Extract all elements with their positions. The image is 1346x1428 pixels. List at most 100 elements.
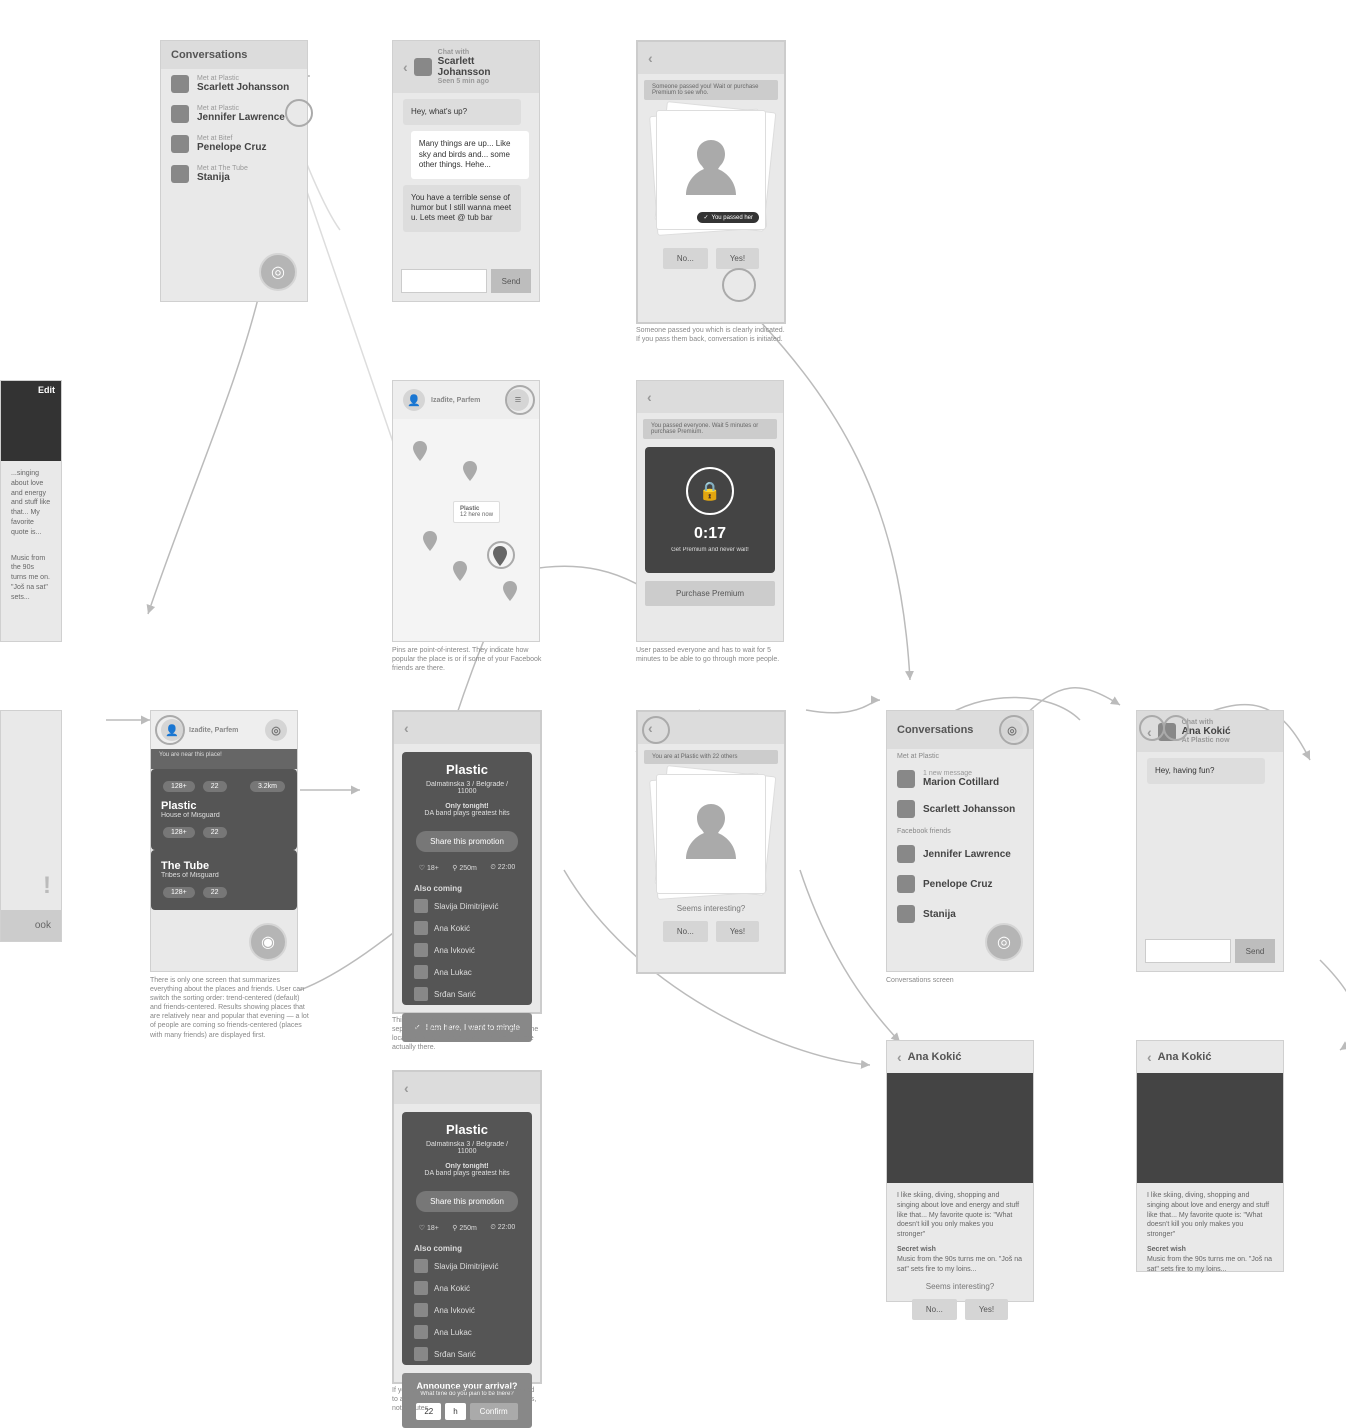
edit-button[interactable]: Edit <box>38 385 55 395</box>
map-fab[interactable]: ◎ <box>985 923 1023 961</box>
list-item[interactable]: Ana Kokić <box>402 917 532 939</box>
user-icon[interactable]: 👤 <box>403 389 425 411</box>
map-pin[interactable] <box>453 561 467 581</box>
list-item[interactable]: Ana Ivković <box>402 1299 532 1321</box>
avatar <box>171 105 189 123</box>
chat-screen-2: ‹Chat withAna KokićAt Plastic now Hey, h… <box>1136 710 1284 972</box>
passed-chip: ✓ You passed her <box>697 212 759 223</box>
map-fab[interactable]: ◎ <box>259 253 297 291</box>
venue-detail-card: Plastic Dalmatinska 3 / Belgrade / 11000… <box>402 752 532 1005</box>
msg-field[interactable] <box>1145 939 1231 963</box>
list-item[interactable]: Ana Lukac <box>402 961 532 983</box>
profile-bio: I like skiing, diving, shopping and sing… <box>887 1183 1033 1282</box>
back-icon[interactable]: ‹ <box>647 389 652 405</box>
back-icon[interactable]: ‹ <box>1147 1049 1152 1065</box>
venue-announce-screen: ‹ Plastic Dalmatinska 3 / Belgrade / 110… <box>392 1070 542 1384</box>
fb-button[interactable]: ook <box>1 910 61 941</box>
no-button[interactable]: No... <box>912 1299 957 1320</box>
avatar <box>414 58 432 76</box>
avatar <box>897 770 915 788</box>
no-button[interactable]: No... <box>663 921 708 942</box>
venue-detail-caption: This is no longer a modal window but a s… <box>392 1016 542 1052</box>
mingle-fab[interactable]: ◉ <box>249 923 287 961</box>
locked-screen: ‹ You passed everyone. Wait 5 minutes or… <box>636 380 784 642</box>
msg-in: Hey, having fun? <box>1147 758 1265 784</box>
avatar <box>897 905 915 923</box>
send-button[interactable]: Send <box>1235 939 1275 963</box>
share-button[interactable]: Share this promotion <box>416 1191 518 1212</box>
passed-screen: ‹ Someone passed you! Wait or purchase P… <box>636 40 786 324</box>
edit-photo: Edit <box>1 381 61 461</box>
question: Seems interesting? <box>887 1282 1033 1291</box>
msg-in: You have a terrible sense of humor but I… <box>403 185 521 232</box>
convo-item[interactable]: 1 new messageMarion Cotillard <box>887 764 1033 794</box>
menu-highlight <box>505 385 535 415</box>
list-item[interactable]: Slavija Dimitrijević <box>402 895 532 917</box>
map-highlight <box>999 715 1029 745</box>
msg-input-row: Send <box>1145 939 1275 963</box>
yes-highlight <box>722 268 756 302</box>
venue-card[interactable]: 128+223.2km Plastic House of Misguard 12… <box>151 769 297 850</box>
convo-item[interactable]: Penelope Cruz <box>887 869 1033 899</box>
banner: You are at Plastic with 22 others <box>644 750 778 764</box>
convo-item[interactable]: Jennifer Lawrence <box>887 839 1033 869</box>
conversations-screen-1: Conversations Met at PlasticScarlett Joh… <box>160 40 308 302</box>
list-item[interactable]: Ana Kokić <box>402 1277 532 1299</box>
venue-detail-card: Plastic Dalmatinska 3 / Belgrade / 11000… <box>402 1112 532 1365</box>
no-button[interactable]: No... <box>663 248 708 269</box>
back-icon[interactable]: ‹ <box>648 50 653 66</box>
feed-screen: 👤Izađite, Parfem◎ You are near this plac… <box>150 710 298 972</box>
list-item[interactable]: Srđan Sarić <box>402 983 532 1005</box>
list-item[interactable]: Srđan Sarić <box>402 1343 532 1365</box>
avatar <box>414 965 428 979</box>
yes-button[interactable]: Yes! <box>965 1299 1008 1320</box>
map-pin[interactable] <box>463 461 477 481</box>
msg-field[interactable] <box>401 269 487 293</box>
avatar <box>414 1303 428 1317</box>
back-icon[interactable]: ‹ <box>403 59 408 75</box>
passed-caption: Someone passed you which is clearly indi… <box>636 326 786 344</box>
stats: ♡ 18+⚲ 250m⏲ 22:00 <box>402 1218 532 1238</box>
yes-button[interactable]: Yes! <box>716 248 759 269</box>
card-stack[interactable]: ✓ You passed her <box>656 110 766 230</box>
map-pin[interactable] <box>423 531 437 551</box>
edit-secret: Music from the 90s turns me on. "Još na … <box>1 546 61 611</box>
list-item[interactable]: Ana Lukac <box>402 1321 532 1343</box>
back-icon[interactable]: ‹ <box>404 720 409 736</box>
back-icon[interactable]: ‹ <box>897 1049 902 1065</box>
lock-card: 🔒 0:17 Get Premium and never wait! <box>645 447 775 573</box>
convo-item[interactable]: Scarlett Johansson <box>887 794 1033 824</box>
profile-header: ‹Ana Kokić <box>1137 1041 1283 1073</box>
avatar <box>414 943 428 957</box>
lock-icon: 🔒 <box>686 467 734 515</box>
map-screen: 👤Izađite, Parfem≡ Plastic12 here now <box>392 380 540 642</box>
convo-item[interactable]: Met at BitefPenelope Cruz <box>161 129 307 159</box>
avatar <box>897 845 915 863</box>
list-item[interactable]: Slavija Dimitrijević <box>402 1255 532 1277</box>
convo-item[interactable]: Met at PlasticScarlett Johansson <box>161 69 307 99</box>
map-pin[interactable] <box>413 441 427 461</box>
convo-item[interactable]: Met at The TubeStanija <box>161 159 307 189</box>
yes-button[interactable]: Yes! <box>716 921 759 942</box>
avatar <box>897 875 915 893</box>
map-pin[interactable] <box>503 581 517 601</box>
avatar <box>414 1259 428 1273</box>
list-item[interactable]: Ana Ivković <box>402 939 532 961</box>
purchase-button[interactable]: Purchase Premium <box>645 581 775 606</box>
send-button[interactable]: Send <box>491 269 531 293</box>
item-highlight <box>285 99 313 127</box>
locked-caption: User passed everyone and has to wait for… <box>636 646 786 664</box>
card-stack[interactable] <box>656 774 766 894</box>
msg-in: Hey, what's up? <box>403 99 521 125</box>
avatar <box>414 921 428 935</box>
back-icon[interactable]: ‹ <box>404 1080 409 1096</box>
share-button[interactable]: Share this promotion <box>416 831 518 852</box>
avatar <box>897 800 915 818</box>
profile-photo <box>887 1073 1033 1183</box>
map-popover[interactable]: Plastic12 here now <box>453 501 500 523</box>
avatar <box>414 899 428 913</box>
map-icon[interactable]: ◎ <box>265 719 287 741</box>
swipe-screen: ‹ You are at Plastic with 22 others Seem… <box>636 710 786 974</box>
venue-card[interactable]: The Tube Tribes of Misguard 128+22 <box>151 850 297 910</box>
map-caption: Pins are point-of-interest. They indicat… <box>392 646 552 673</box>
